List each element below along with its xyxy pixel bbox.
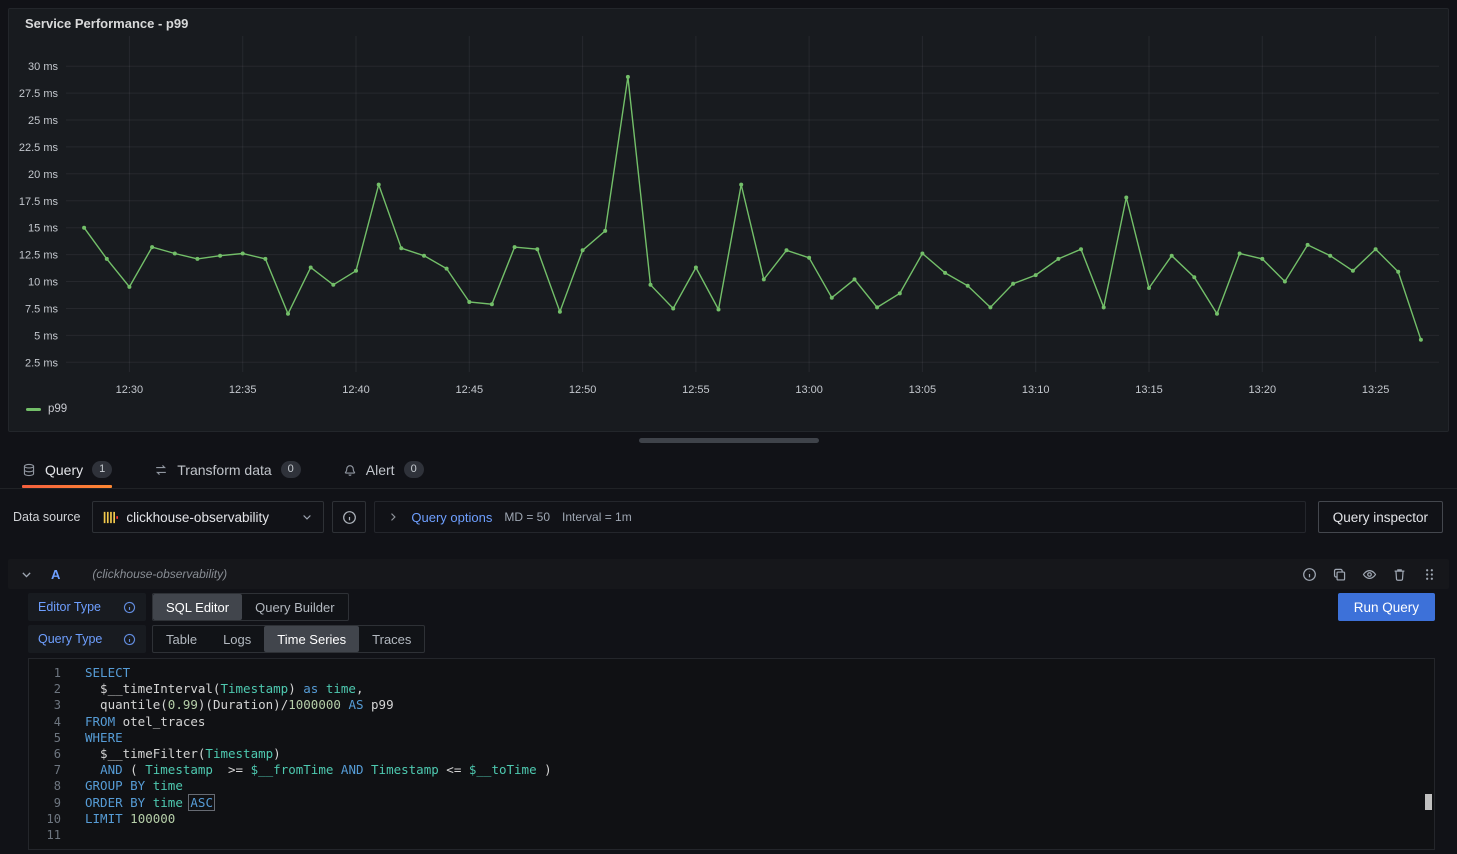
svg-text:12:30: 12:30: [116, 384, 144, 396]
query-type-label: Query Type: [28, 625, 146, 653]
bell-icon: [343, 463, 357, 477]
duplicate-query-icon[interactable]: [1332, 567, 1347, 582]
svg-text:12:35: 12:35: [229, 384, 257, 396]
svg-text:10 ms: 10 ms: [28, 277, 58, 289]
option-traces[interactable]: Traces: [359, 626, 424, 652]
code-lines: 1SELECT2 $__timeInterval(Timestamp) as t…: [29, 665, 1434, 843]
timeseries-chart[interactable]: 2.5 ms 5 ms 7.5 ms 10 ms 12.5 ms 15 ms 17.5 ms…: [9, 32, 1446, 400]
svg-text:13:05: 13:05: [909, 384, 937, 396]
query-actions: [1302, 567, 1437, 582]
info-circle-icon: [342, 510, 357, 525]
datasource-label: Data source: [13, 510, 80, 524]
chevron-right-icon: [387, 511, 399, 523]
legend-label[interactable]: p99: [48, 403, 67, 415]
info-icon[interactable]: [123, 601, 136, 614]
timeseries-panel: Service Performance - p99 2.5 ms 5 ms 7.5 …: [8, 8, 1449, 432]
option-logs[interactable]: Logs: [210, 626, 264, 652]
query-inspector-button[interactable]: Query inspector: [1318, 501, 1443, 533]
tab-transform-label: Transform data: [177, 462, 271, 478]
legend-swatch: [26, 408, 41, 411]
svg-text:13:15: 13:15: [1135, 384, 1163, 396]
option-table[interactable]: Table: [153, 626, 210, 652]
info-icon[interactable]: [123, 633, 136, 646]
delete-query-icon[interactable]: [1392, 567, 1407, 582]
editor-type-row: Editor Type SQL Editor Query Builder Run…: [28, 593, 1435, 621]
tab-query-label: Query: [45, 462, 83, 478]
svg-text:15 ms: 15 ms: [28, 223, 58, 235]
panel-title: Service Performance - p99: [25, 16, 1432, 31]
svg-text:30 ms: 30 ms: [28, 61, 58, 73]
svg-text:12:40: 12:40: [342, 384, 370, 396]
svg-text:13:25: 13:25: [1362, 384, 1390, 396]
tab-alert-count: 0: [404, 461, 424, 478]
datasource-help-button[interactable]: [332, 501, 366, 533]
datasource-picker[interactable]: clickhouse-observability: [92, 501, 324, 533]
hide-query-icon[interactable]: [1362, 567, 1377, 582]
tab-transform-count: 0: [281, 461, 301, 478]
svg-text:2.5 ms: 2.5 ms: [25, 357, 59, 369]
svg-text:5 ms: 5 ms: [34, 330, 58, 342]
query-options-label: Query options: [411, 510, 492, 525]
tab-query-count: 1: [92, 461, 112, 478]
editor-type-label: Editor Type: [28, 593, 146, 621]
transform-icon: [154, 463, 168, 477]
svg-text:17.5 ms: 17.5 ms: [19, 196, 59, 208]
chevron-down-icon: [301, 511, 313, 523]
svg-text:13:00: 13:00: [795, 384, 823, 396]
option-sql-editor[interactable]: SQL Editor: [153, 594, 242, 620]
tab-alert[interactable]: Alert 0: [343, 451, 424, 488]
svg-text:22.5 ms: 22.5 ms: [19, 142, 59, 154]
run-query-button[interactable]: Run Query: [1338, 593, 1435, 621]
clickhouse-logo-icon: [103, 510, 118, 525]
tab-transform-data[interactable]: Transform data 0: [154, 451, 301, 488]
horizontal-scrollbar[interactable]: [639, 438, 819, 443]
editor-type-toggle: SQL Editor Query Builder: [152, 593, 349, 621]
query-type-toggle: Table Logs Time Series Traces: [152, 625, 425, 653]
overview-ruler-cursor: [1425, 794, 1432, 810]
query-ref-id[interactable]: A: [51, 567, 60, 582]
svg-text:12:45: 12:45: [456, 384, 484, 396]
query-options-interval: Interval = 1m: [562, 510, 632, 524]
query-type-row: Query Type Table Logs Time Series Traces: [28, 625, 1435, 653]
editor-tabs: Query 1 Transform data 0 Alert 0: [0, 451, 1457, 489]
svg-text:13:20: 13:20: [1249, 384, 1277, 396]
collapse-chevron-icon[interactable]: [20, 568, 33, 581]
datasource-selected: clickhouse-observability: [126, 510, 293, 525]
svg-text:20 ms: 20 ms: [28, 169, 58, 181]
svg-text:7.5 ms: 7.5 ms: [25, 304, 59, 316]
sql-code-editor[interactable]: 1SELECT2 $__timeInterval(Timestamp) as t…: [28, 658, 1435, 850]
option-time-series[interactable]: Time Series: [264, 626, 359, 652]
query-type-label-text: Query Type: [38, 632, 102, 646]
svg-text:12:55: 12:55: [682, 384, 710, 396]
query-options-bar[interactable]: Query options MD = 50 Interval = 1m: [374, 501, 1305, 533]
option-query-builder[interactable]: Query Builder: [242, 594, 347, 620]
svg-text:27.5 ms: 27.5 ms: [19, 88, 59, 100]
database-icon: [22, 463, 36, 477]
editor-type-label-text: Editor Type: [38, 600, 101, 614]
svg-text:12.5 ms: 12.5 ms: [19, 250, 59, 262]
query-help-icon[interactable]: [1302, 567, 1317, 582]
svg-text:13:10: 13:10: [1022, 384, 1050, 396]
svg-text:25 ms: 25 ms: [28, 115, 58, 127]
query-datasource-hint: (clickhouse-observability): [92, 567, 227, 581]
query-options-md: MD = 50: [504, 510, 550, 524]
panel-header[interactable]: Service Performance - p99: [9, 9, 1448, 32]
datasource-bar: Data source clickhouse-observability Que…: [13, 501, 1443, 533]
drag-handle-icon[interactable]: [1422, 567, 1437, 582]
query-row-header: A (clickhouse-observability): [8, 559, 1449, 589]
svg-text:12:50: 12:50: [569, 384, 597, 396]
chart-legend[interactable]: p99: [9, 400, 1448, 418]
query-editor-area: Editor Type SQL Editor Query Builder Run…: [28, 593, 1435, 850]
tab-query[interactable]: Query 1: [22, 451, 112, 488]
tab-alert-label: Alert: [366, 462, 395, 478]
